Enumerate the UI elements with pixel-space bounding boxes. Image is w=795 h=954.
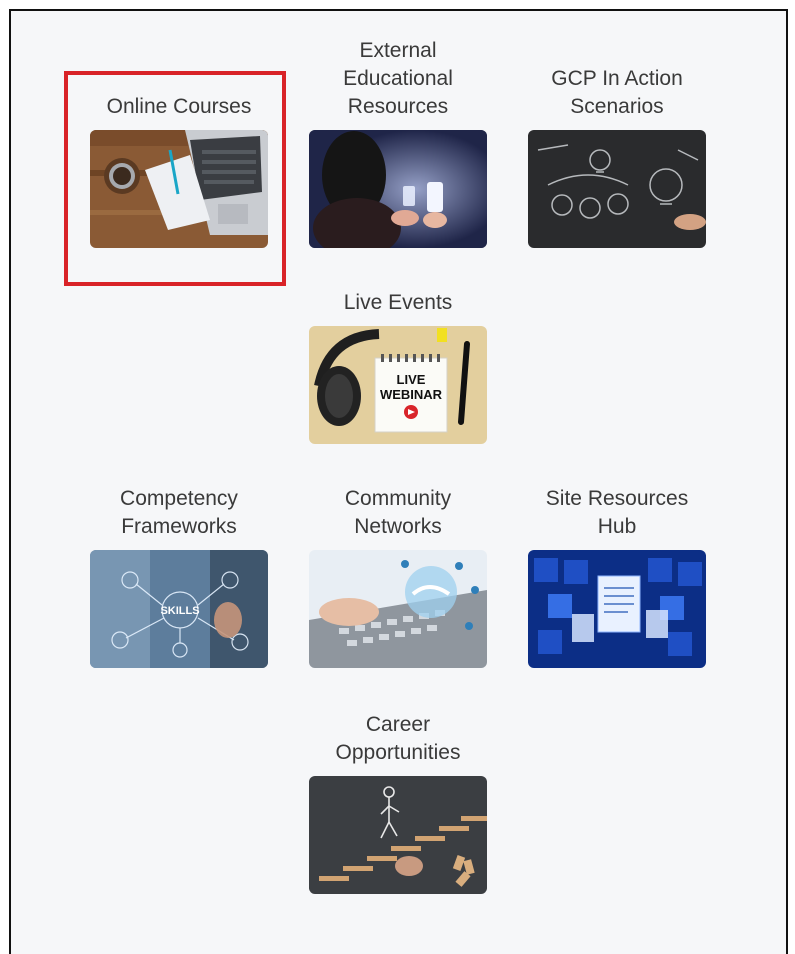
tile-label: Site Resources Hub [545,487,689,538]
tile-label: External Educational Resources [343,39,453,118]
live-webinar-notepad-image[interactable]: LIVE WEBINAR [309,326,487,444]
blue-documents-image[interactable] [528,550,706,668]
chalkboard-lightbulbs-image[interactable] [528,130,706,248]
skills-network-image[interactable]: SKILLS [90,550,268,668]
image-text-skills: SKILLS [160,605,199,617]
laptop-coffee-notepad-image[interactable] [90,130,268,248]
image-text-webinar: WEBINAR [380,387,443,402]
keyboard-handshake-image[interactable] [309,550,487,668]
image-text-live: LIVE [397,372,426,387]
tile-label: GCP In Action Scenarios [551,67,683,118]
tile-label: Live Events [343,291,453,314]
stairs-career-image[interactable] [309,776,487,894]
person-holding-phone-image[interactable] [309,130,487,248]
tile-label: Competency Frameworks [120,487,238,538]
tile-label: Community Networks [344,487,452,538]
resources-panel: Online Courses External Educational Reso… [9,9,788,954]
tile-label: Online Courses [106,95,252,118]
tile-label: Career Opportunities [335,713,461,764]
